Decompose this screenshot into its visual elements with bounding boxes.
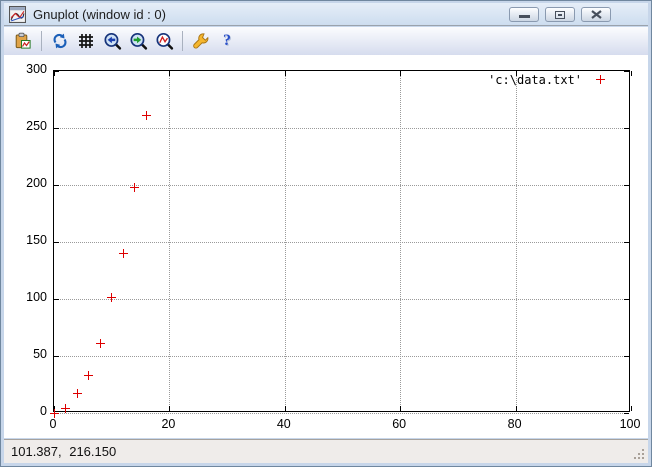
gnuplot-window: Gnuplot (window id : 0) ? 'c:\data.txt' … (0, 0, 652, 467)
zoom-previous-icon (103, 32, 121, 50)
data-point-marker (118, 248, 128, 258)
x-axis-tick-label: 0 (49, 417, 57, 431)
data-point-marker (141, 110, 151, 120)
y-axis-tick-label: 0 (40, 404, 47, 418)
tick-mark (54, 356, 59, 357)
plot-box[interactable]: 'c:\data.txt' (49, 70, 632, 418)
tick-mark (284, 406, 286, 411)
options-wrench-icon (192, 32, 208, 48)
replot-icon (53, 33, 67, 49)
gridline-y (54, 413, 629, 414)
tick-mark (515, 406, 517, 411)
y-axis-tick-label: 150 (26, 233, 47, 247)
tick-mark (284, 71, 286, 76)
close-button[interactable] (581, 7, 611, 22)
toolbar-separator (41, 31, 42, 51)
tick-mark (54, 242, 59, 243)
tick-mark (400, 406, 402, 411)
x-axis-tick-label: 60 (392, 417, 407, 431)
tick-mark (54, 71, 59, 72)
grid-toggle-button[interactable] (75, 30, 97, 52)
cursor-coordinates: 101.387, 216.150 (11, 444, 117, 459)
y-axis-tick-label: 200 (26, 176, 47, 190)
gridline-y (54, 242, 629, 243)
tick-mark (515, 71, 517, 76)
toolbar: ? (4, 27, 648, 55)
tick-mark (400, 71, 402, 76)
y-axis-tick-label: 300 (26, 62, 47, 76)
x-axis-tick-label: 20 (161, 417, 176, 431)
y-axis-tick-label: 250 (26, 119, 47, 133)
gridline-y (54, 299, 629, 300)
x-axis-tick-label: 100 (619, 417, 641, 431)
legend-marker-icon (596, 75, 605, 84)
maximize-icon (555, 10, 565, 19)
tick-mark (169, 406, 171, 411)
x-axis-tick-label: 80 (507, 417, 522, 431)
tick-mark (631, 71, 632, 76)
data-point-marker (130, 182, 140, 192)
tick-mark (631, 406, 632, 411)
tick-mark (169, 71, 171, 76)
x-axis-tick-label: 40 (276, 417, 291, 431)
legend: 'c:\data.txt' (488, 72, 605, 87)
y-axis-tick-label: 100 (26, 290, 47, 304)
window-title: Gnuplot (window id : 0) (33, 6, 166, 22)
gridline-x (400, 71, 402, 411)
tick-mark (624, 185, 629, 186)
zoom-reset-button[interactable] (153, 30, 175, 52)
data-point-marker (84, 370, 94, 380)
copy-to-clipboard-icon (15, 32, 31, 49)
zoom-next-icon (129, 32, 147, 50)
tick-mark (624, 413, 629, 414)
tick-mark (624, 356, 629, 357)
gridline-x (284, 71, 286, 411)
toolbar-separator (182, 31, 183, 51)
tick-mark (624, 128, 629, 129)
gridline-x (169, 71, 171, 411)
tick-mark (624, 71, 629, 72)
tick-mark (54, 299, 59, 300)
resize-grip[interactable] (633, 448, 646, 461)
gridline-y (54, 356, 629, 357)
close-icon (590, 10, 602, 19)
gridline-y (54, 185, 629, 186)
grid-icon (79, 34, 93, 48)
gridline-x (515, 71, 517, 411)
zoom-next-button[interactable] (127, 30, 149, 52)
maximize-button[interactable] (545, 7, 575, 22)
tick-mark (624, 242, 629, 243)
data-point-marker (107, 293, 117, 303)
gridline-y (54, 128, 629, 129)
gnuplot-app-icon (9, 5, 26, 23)
copy-to-clipboard-button[interactable] (12, 30, 34, 52)
help-icon: ? (223, 32, 231, 49)
window-controls (509, 7, 611, 22)
minimize-button[interactable] (509, 7, 539, 22)
options-button[interactable] (190, 30, 212, 52)
tick-mark (54, 185, 59, 186)
replot-button[interactable] (49, 30, 71, 52)
statusbar: 101.387, 216.150 (4, 439, 648, 463)
data-point-marker (72, 389, 82, 399)
graph-area[interactable]: 'c:\data.txt' 0 20 40 60 80 100 0 50 100 150 200 25… (4, 55, 648, 438)
zoom-previous-button[interactable] (101, 30, 123, 52)
minimize-icon (518, 15, 530, 18)
zoom-reset-icon (155, 32, 173, 50)
tick-mark (624, 299, 629, 300)
data-point-marker (61, 403, 71, 413)
tick-mark (54, 128, 59, 129)
titlebar[interactable]: Gnuplot (window id : 0) (4, 3, 648, 26)
help-button[interactable]: ? (216, 30, 238, 52)
legend-label: 'c:\data.txt' (488, 72, 582, 87)
y-axis-tick-label: 50 (33, 347, 47, 361)
data-point-marker (95, 338, 105, 348)
